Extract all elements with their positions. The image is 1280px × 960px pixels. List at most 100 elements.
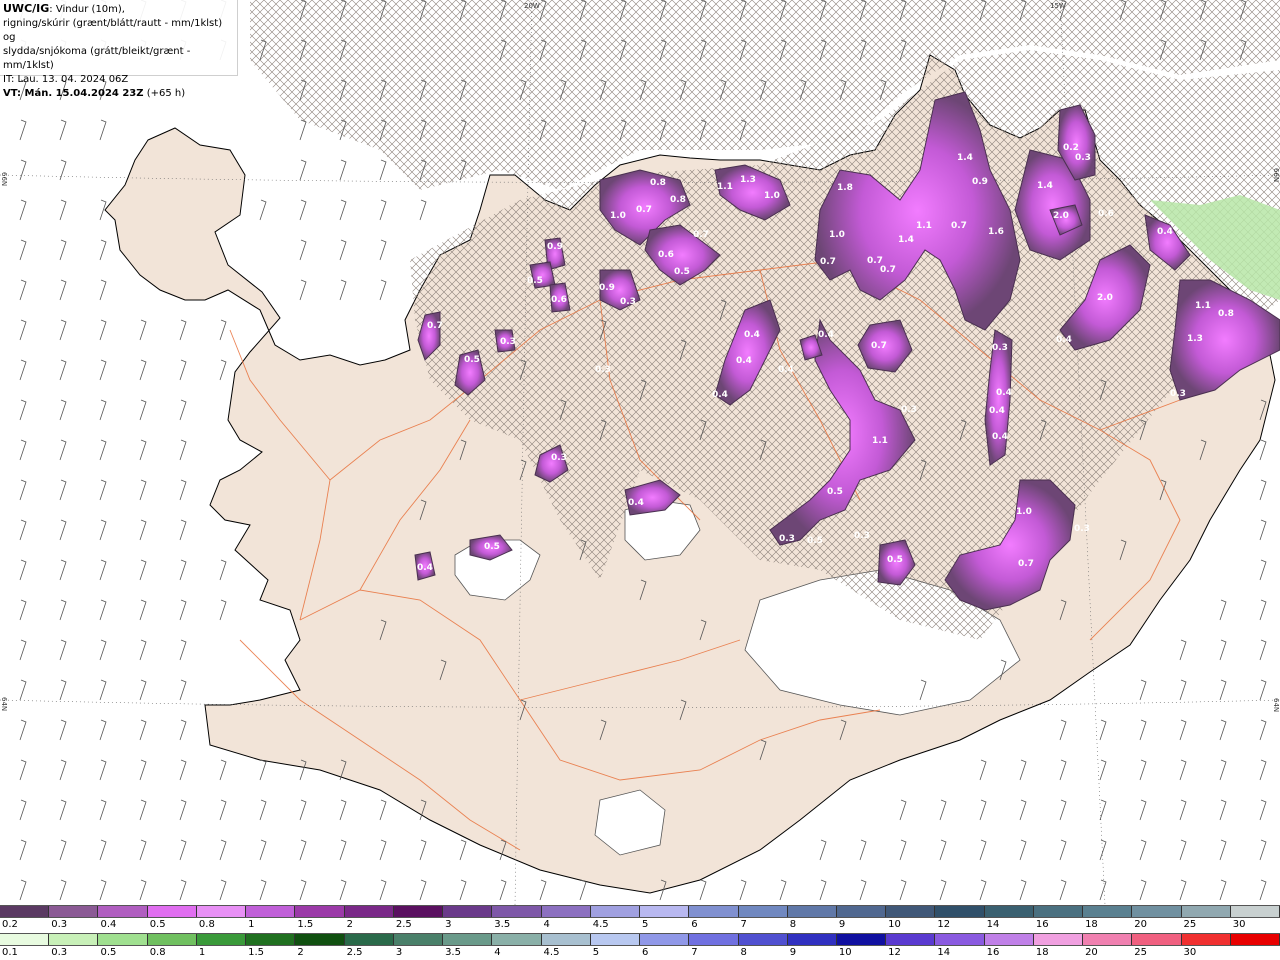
rain-tick-label: 0.1 (2, 947, 18, 958)
precip-label: 0.4 (417, 563, 433, 573)
snow-tick-label: 3 (445, 919, 452, 930)
rain-swatch (984, 934, 1034, 945)
precip-label: 1.1 (872, 436, 888, 446)
precip-label: 0.3 (854, 531, 870, 541)
rain-swatch (443, 934, 493, 945)
precip-label: 1.3 (1187, 334, 1203, 344)
precip-label: 1.0 (764, 191, 780, 201)
rain-tick-label: 30 (1183, 947, 1197, 958)
precip-label: 0.3 (551, 453, 567, 463)
rain-swatch (98, 934, 148, 945)
precip-label: 0.7 (427, 321, 443, 331)
rain-swatch (1181, 934, 1231, 945)
precip-label: 0.3 (901, 405, 917, 415)
rain-tick-label: 9 (789, 947, 797, 958)
rain-tick-label: 0.5 (100, 947, 117, 958)
precip-label: 0.4 (992, 432, 1008, 442)
precip-label: 0.8 (1218, 309, 1234, 319)
rain-tick-label: 7 (691, 947, 698, 958)
rain-swatch (0, 934, 50, 945)
precip-label: 0.6 (551, 295, 567, 305)
precip-label: 2.0 (1097, 293, 1113, 303)
snow-swatch (1230, 906, 1280, 917)
info-line-3: slydda/snjókoma (grátt/bleikt/grænt - mm… (3, 46, 191, 71)
snow-tick-label: 0.5 (149, 919, 166, 930)
precip-label: 0.7 (951, 221, 967, 231)
precip-label: 0.3 (992, 343, 1008, 353)
snow-colorbar (0, 905, 1280, 918)
snow-tick-label: 25 (1183, 919, 1197, 930)
rain-tick-label: 25 (1134, 947, 1148, 958)
precip-label: 0.2 (1063, 143, 1079, 153)
rain-tick-label: 10 (838, 947, 852, 958)
rain-swatch (738, 934, 788, 945)
info-line-1-rest: : Vindur (10m), (49, 4, 125, 15)
snow-tick-label: 8 (789, 919, 797, 930)
precip-label: 0.5 (807, 536, 823, 546)
rain-colorbar-labels: 0.1 0.3 0.5 0.8 1 1.5 2 2.5 3 3.5 4 4.5 5 6 7 8 9 10 12 14 1… (0, 947, 1280, 959)
snow-tick-label: 16 (1035, 919, 1049, 930)
snow-swatch (1132, 906, 1182, 917)
rain-swatch (49, 934, 99, 945)
snow-swatch (886, 906, 936, 917)
snow-tick-label: 30 (1232, 919, 1246, 930)
precip-label: 0.4 (628, 498, 644, 508)
snow-tick-label: 4.5 (592, 919, 609, 930)
precip-label: 0.8 (650, 178, 666, 188)
precip-label: 0.6 (658, 250, 674, 260)
snow-swatch (738, 906, 788, 917)
rain-tick-label: 18 (1035, 947, 1049, 958)
snow-tick-label: 0.4 (100, 919, 117, 930)
rain-tick-label: 0.3 (51, 947, 68, 958)
rain-tick-label: 2 (297, 947, 304, 958)
snow-swatch (1181, 906, 1231, 917)
snow-swatch (295, 906, 345, 917)
snow-swatch (393, 906, 444, 917)
rain-tick-label: 14 (937, 947, 951, 958)
rain-tick-label: 16 (986, 947, 1000, 958)
snow-tick-label: 10 (888, 919, 901, 930)
precip-label: 0.6 (1098, 209, 1114, 219)
snow-tick-label: 5 (642, 919, 649, 930)
precip-label: 0.4 (818, 330, 834, 340)
rain-swatch (836, 934, 887, 945)
rain-swatch (590, 934, 641, 945)
rain-tick-label: 4.5 (543, 947, 560, 958)
snow-swatch (246, 906, 296, 917)
precip-label: 0.8 (670, 195, 686, 205)
precip-label: 0.4 (1056, 335, 1072, 345)
precip-label: 0.4 (778, 365, 794, 375)
snow-tick-label: 0.2 (2, 919, 18, 930)
snow-tick-label: 6 (691, 919, 698, 930)
precip-label: 0.5 (464, 355, 480, 365)
lat-label-66n-right: 66N (1272, 168, 1280, 182)
rain-tick-label: 2.5 (346, 947, 363, 958)
precip-label: 0.7 (820, 257, 836, 267)
snow-swatch (689, 906, 739, 917)
precip-label: 1.3 (740, 175, 756, 185)
snow-tick-label: 1 (248, 919, 255, 930)
valid-time: VT: Mán. 15.04.2024 23Z (3, 88, 144, 99)
precip-label: 1.4 (957, 153, 973, 163)
lat-label-64n-right: 64N (1272, 698, 1280, 712)
snow-swatch (787, 906, 837, 917)
precip-label: 0.7 (880, 265, 896, 275)
snow-tick-label: 20 (1134, 919, 1148, 930)
rain-swatch (1132, 934, 1182, 945)
info-line-1: UWC/IG: Vindur (10m), (3, 2, 234, 17)
snow-swatch (984, 906, 1034, 917)
rain-swatch (640, 934, 690, 945)
rain-tick-label: 6 (642, 947, 649, 958)
lat-label-64n-left: 64N (0, 697, 8, 711)
snow-swatch (836, 906, 887, 917)
snow-swatch (1083, 906, 1133, 917)
rain-swatch (541, 934, 591, 945)
precip-label: 0.9 (547, 242, 563, 252)
precip-label: 0.5 (484, 542, 500, 552)
snow-swatch (1033, 906, 1084, 917)
rain-swatch (492, 934, 542, 945)
precip-label: 1.1 (1195, 301, 1211, 311)
precip-label: 0.3 (1075, 153, 1091, 163)
rain-swatch (196, 934, 247, 945)
rain-tick-label: 1 (198, 947, 206, 958)
